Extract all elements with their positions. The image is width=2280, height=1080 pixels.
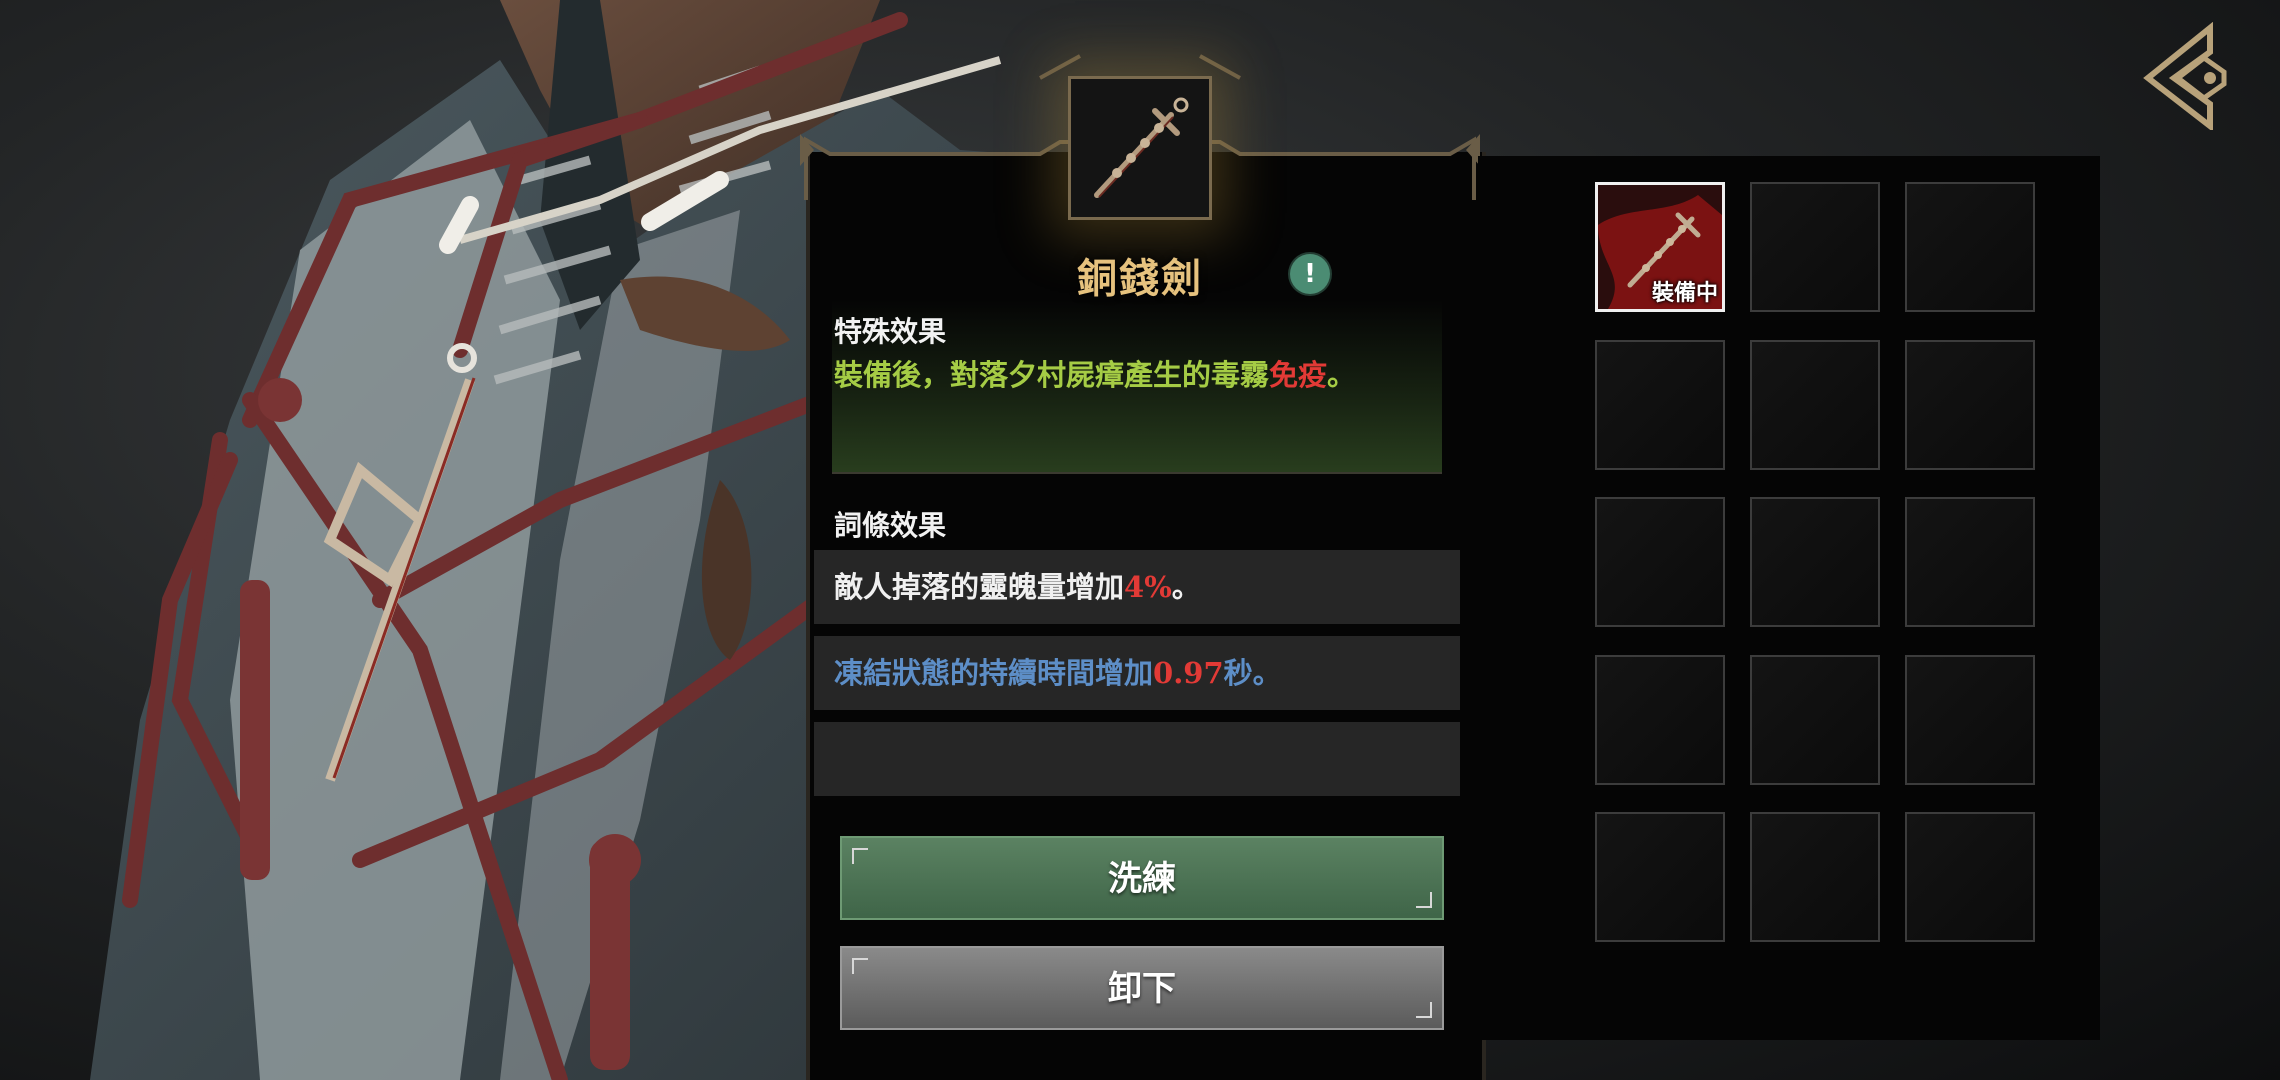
corner-decoration xyxy=(1416,1002,1432,1018)
inventory-slot[interactable] xyxy=(1750,655,1880,785)
reforge-button[interactable]: 洗練 xyxy=(840,836,1444,920)
special-effect-desc: 裝備後，對落夕村屍瘴產生的毒霧 xyxy=(834,358,1270,392)
affix-effect-title: 詞條效果 xyxy=(834,509,947,542)
affix-row: 凍結狀態的持續時間增加0.97秒。 xyxy=(814,636,1460,710)
affix-row: 敵人掉落的靈魄量增加4%。 xyxy=(814,550,1460,624)
inventory-slot[interactable] xyxy=(1595,340,1725,470)
affix-desc: 敵人掉落的靈魄量增加 xyxy=(834,570,1125,604)
item-name: 銅錢劍 xyxy=(1077,255,1203,302)
inventory-slot[interactable] xyxy=(1905,182,2035,312)
coin-sword-icon xyxy=(1094,97,1189,198)
inventory-slot[interactable] xyxy=(1750,812,1880,942)
special-effect-title: 特殊效果 xyxy=(834,315,947,348)
corner-decoration xyxy=(1416,892,1432,908)
inventory-slot[interactable] xyxy=(1595,812,1725,942)
reforge-button-label: 洗練 xyxy=(1108,859,1176,899)
inventory-slot[interactable] xyxy=(1905,655,2035,785)
unequip-button-label: 卸下 xyxy=(1108,969,1176,1009)
inventory-slot[interactable] xyxy=(1905,497,2035,627)
inventory-slot[interactable] xyxy=(1595,655,1725,785)
corner-decoration xyxy=(852,958,868,974)
inventory-slot[interactable] xyxy=(1750,340,1880,470)
unequip-button[interactable]: 卸下 xyxy=(840,946,1444,1030)
affix-suffix: 秒。 xyxy=(1223,656,1282,690)
inventory-slot[interactable] xyxy=(1750,182,1880,312)
affix-value: 0.97 xyxy=(1153,656,1224,690)
back-icon[interactable] xyxy=(2140,22,2238,130)
affix-suffix: 。 xyxy=(1171,570,1201,604)
special-effect-end: 。 xyxy=(1327,358,1357,392)
special-effect-highlight: 免疫 xyxy=(1269,358,1328,392)
equipped-badge: 裝備中 xyxy=(1651,280,1718,306)
inventory-slot[interactable] xyxy=(1750,497,1880,627)
affix-value: 4% xyxy=(1124,570,1172,604)
affix-desc: 凍結狀態的持續時間增加 xyxy=(834,656,1154,690)
inventory-slot[interactable] xyxy=(1905,812,2035,942)
corner-decoration xyxy=(852,848,868,864)
affix-row-empty xyxy=(814,722,1460,796)
info-icon[interactable]: ! xyxy=(1290,254,1330,294)
item-icon-frame xyxy=(1068,76,1212,220)
inventory-slot-equipped[interactable]: 裝備中 xyxy=(1595,182,1725,312)
inventory-slot[interactable] xyxy=(1595,497,1725,627)
special-effect-text: 裝備後，對落夕村屍瘴產生的毒霧免疫。 xyxy=(834,352,1356,394)
inventory-slot[interactable] xyxy=(1905,340,2035,470)
